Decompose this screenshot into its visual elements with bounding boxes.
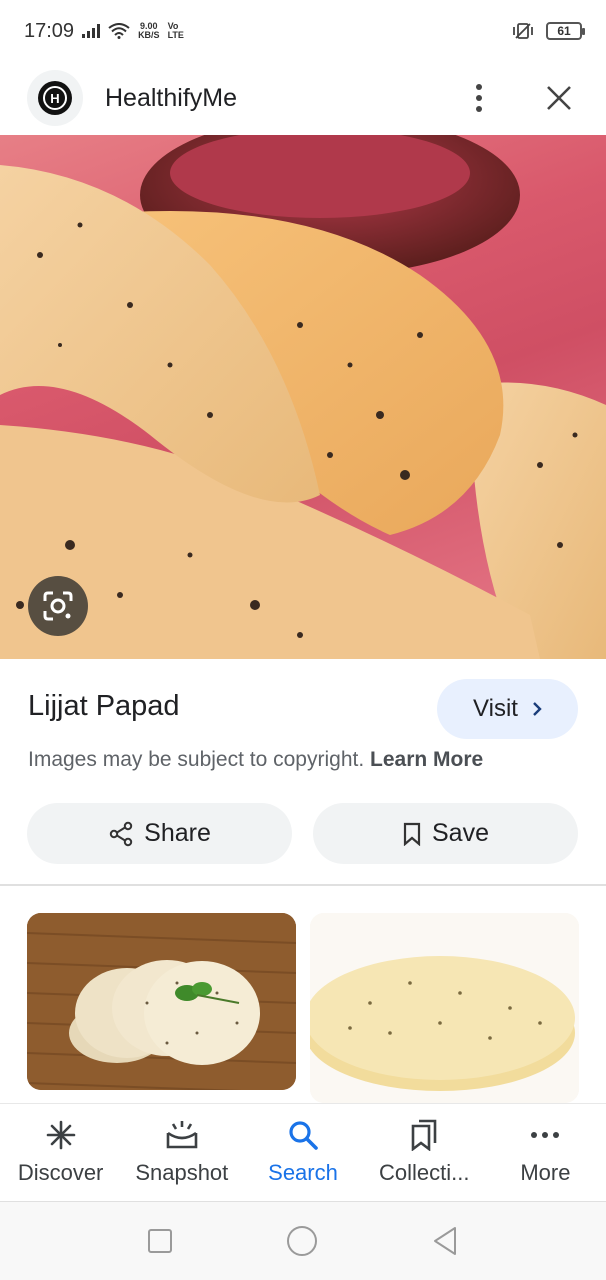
nav-collections-label: Collecti... — [378, 1160, 470, 1185]
copyright-notice: Images may be subject to copyright. Lear… — [28, 748, 483, 772]
related-image-2[interactable] — [310, 913, 579, 1103]
nav-more-label: More — [520, 1160, 571, 1185]
chevron-right-icon — [533, 702, 542, 716]
papad-stack-photo — [310, 913, 579, 1103]
signal-icon — [82, 24, 101, 38]
back-icon[interactable] — [431, 1226, 459, 1256]
share-label: Share — [144, 819, 211, 847]
save-button[interactable]: Save — [313, 803, 578, 864]
papad-basket-photo — [27, 913, 296, 1090]
nav-search[interactable]: Search — [242, 1104, 363, 1200]
nav-discover-label: Discover — [17, 1160, 104, 1185]
bottom-nav: Discover Snapshot Search Collecti... Mor… — [0, 1103, 606, 1200]
bookmark-icon — [403, 822, 421, 846]
snapshot-icon — [164, 1118, 200, 1152]
nav-discover[interactable]: Discover — [0, 1104, 121, 1200]
nav-more[interactable]: More — [485, 1104, 606, 1200]
volte-bottom: LTE — [167, 30, 184, 40]
header: H HealthifyMe — [0, 62, 606, 134]
nav-snapshot-label: Snapshot — [135, 1160, 229, 1185]
google-lens-icon — [43, 591, 73, 621]
home-icon[interactable] — [286, 1225, 318, 1257]
related-image-1[interactable] — [27, 913, 296, 1090]
dot — [476, 84, 482, 90]
search-icon — [287, 1118, 319, 1152]
logo-letter: H — [43, 86, 67, 110]
hero-image[interactable] — [0, 135, 606, 659]
vibrate-icon — [513, 23, 533, 39]
share-button[interactable]: Share — [27, 803, 292, 864]
logo-mark: H — [38, 81, 72, 115]
net-speed-unit: KB/S — [138, 30, 160, 40]
status-bar: 17:09 9.00 KB/S Vo LTE 61 — [0, 0, 606, 62]
site-logo: H — [27, 70, 83, 126]
more-dots-icon — [529, 1118, 561, 1152]
close-button[interactable] — [539, 78, 579, 118]
result-title: Lijjat Papad — [28, 690, 180, 722]
visit-button[interactable]: Visit — [437, 679, 578, 739]
nav-search-label: Search — [268, 1160, 338, 1185]
dot — [476, 106, 482, 112]
status-time: 17:09 — [24, 19, 75, 42]
recents-icon[interactable] — [147, 1228, 173, 1254]
section-divider — [0, 884, 606, 886]
site-name: HealthifyMe — [105, 83, 237, 112]
close-icon — [547, 86, 571, 110]
nav-collections[interactable]: Collecti... — [364, 1104, 485, 1200]
wifi-icon — [108, 23, 130, 39]
volte-indicator: Vo LTE — [168, 22, 184, 40]
more-options-button[interactable] — [459, 78, 499, 118]
save-label: Save — [432, 819, 489, 847]
status-right: 61 — [510, 21, 585, 41]
status-left: 17:09 9.00 KB/S Vo LTE — [24, 20, 184, 43]
lens-button[interactable] — [28, 576, 88, 636]
battery-icon: 61 — [546, 22, 585, 40]
papad-photo — [0, 135, 606, 659]
asterisk-icon — [45, 1118, 77, 1152]
collections-icon — [409, 1118, 439, 1152]
system-nav-bar — [0, 1201, 606, 1280]
battery-level: 61 — [557, 24, 571, 38]
net-speed: 9.00 KB/S — [138, 22, 160, 40]
learn-more-link[interactable]: Learn More — [370, 748, 483, 771]
dot — [476, 95, 482, 101]
share-icon — [109, 821, 133, 846]
nav-snapshot[interactable]: Snapshot — [121, 1104, 242, 1200]
copyright-text: Images may be subject to copyright. — [28, 748, 365, 771]
visit-label: Visit — [473, 695, 518, 722]
